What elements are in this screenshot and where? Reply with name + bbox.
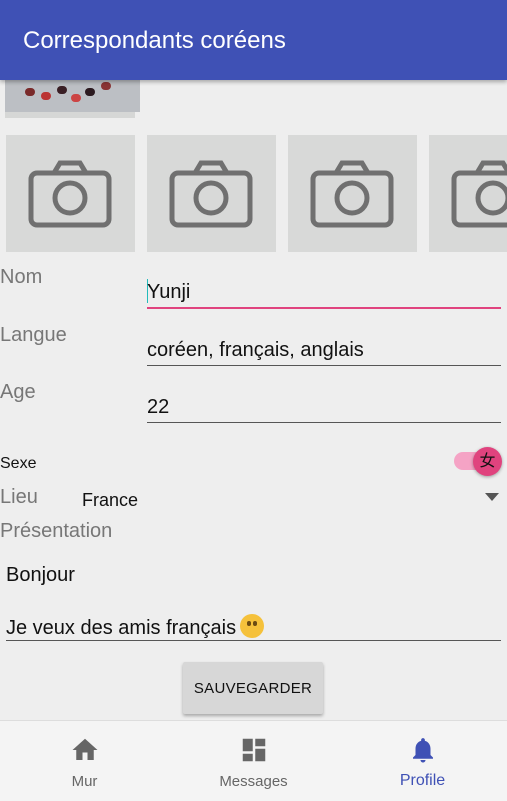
- presentation-line-2-text: Je veux des amis français: [6, 617, 237, 639]
- chevron-down-icon[interactable]: [485, 493, 499, 501]
- nav-messages-label: Messages: [219, 773, 288, 790]
- bottom-navigation: Mur Messages Profile: [0, 720, 507, 801]
- langue-label: Langue: [0, 324, 67, 346]
- photo-placeholder[interactable]: [147, 135, 276, 252]
- camera-icon: [310, 160, 394, 228]
- presentation-label: Présentation: [0, 520, 113, 542]
- nom-field[interactable]: Yunji: [147, 271, 501, 309]
- nav-mur[interactable]: Mur: [0, 721, 169, 801]
- age-field[interactable]: 22: [147, 386, 501, 423]
- app-bar: Correspondants coréens: [0, 0, 507, 80]
- presentation-field[interactable]: Bonjour Je veux des amis français: [6, 560, 501, 641]
- camera-icon: [169, 160, 253, 228]
- home-icon: [72, 738, 98, 760]
- nom-value: Yunji: [147, 281, 191, 303]
- langue-value: coréen, français, anglais: [147, 339, 364, 361]
- bell-icon: [413, 738, 433, 763]
- lieu-label: Lieu: [0, 486, 38, 508]
- nav-messages[interactable]: Messages: [169, 721, 338, 801]
- nom-label: Nom: [0, 266, 43, 288]
- presentation-line-1: Bonjour: [6, 564, 75, 586]
- presentation-line-2: Je veux des amis français: [6, 614, 265, 640]
- photo-placeholder[interactable]: [288, 135, 417, 252]
- camera-icon: [451, 160, 507, 228]
- sexe-switch-thumb[interactable]: 女: [473, 447, 502, 476]
- dashboard-icon: [242, 738, 266, 762]
- smiley-emoji-icon: [240, 614, 265, 638]
- app-title: Correspondants coréens: [23, 27, 286, 54]
- photo-placeholder[interactable]: [6, 135, 135, 252]
- age-label: Age: [0, 381, 36, 403]
- save-button[interactable]: SAUVEGARDER: [183, 662, 323, 714]
- profile-photo-shadow: [5, 112, 135, 118]
- langue-field[interactable]: coréen, français, anglais: [147, 329, 501, 366]
- sexe-label: Sexe: [0, 455, 37, 472]
- nav-mur-label: Mur: [71, 773, 98, 790]
- lieu-select[interactable]: France: [82, 490, 138, 511]
- nav-profile-label: Profile: [399, 772, 446, 789]
- photo-placeholder[interactable]: [429, 135, 507, 252]
- age-value: 22: [147, 396, 170, 418]
- nav-profile[interactable]: Profile: [338, 721, 507, 801]
- camera-icon: [28, 160, 112, 228]
- profile-photo[interactable]: [5, 80, 140, 112]
